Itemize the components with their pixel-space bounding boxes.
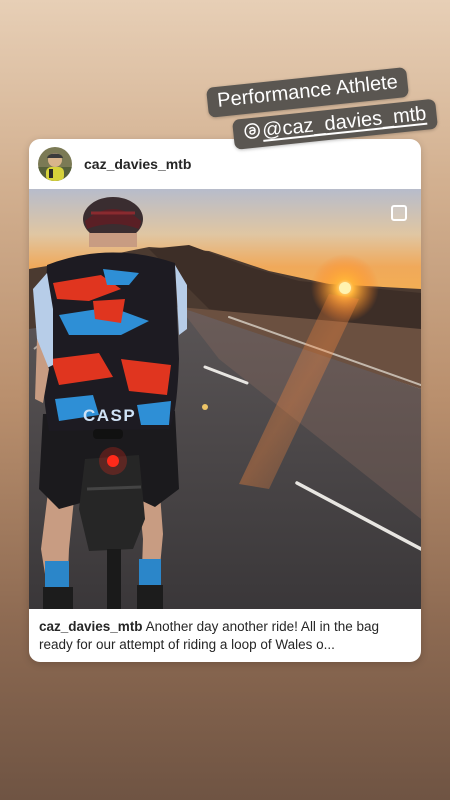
caption-username[interactable]: caz_davies_mtb [39,619,143,634]
jersey-text: CASP [83,406,136,425]
threads-icon [242,121,262,141]
avatar[interactable] [38,147,72,181]
multi-select-checkbox[interactable] [391,205,407,221]
post-photo[interactable]: CASP [29,189,421,609]
post-card[interactable]: caz_davies_mtb CASP caz_davies_mtb Anoth… [29,139,421,662]
post-header: caz_davies_mtb [29,139,421,189]
post-username[interactable]: caz_davies_mtb [84,156,191,172]
post-caption[interactable]: caz_davies_mtb Another day another ride!… [29,609,421,654]
